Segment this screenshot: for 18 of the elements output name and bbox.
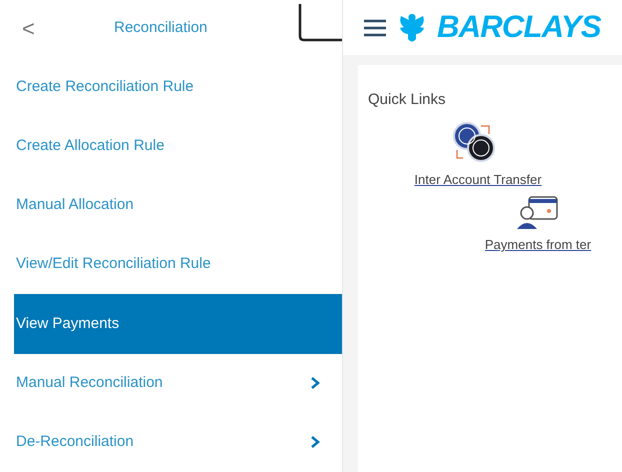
- sidebar-item[interactable]: View Payments: [14, 294, 342, 354]
- sidebar-item[interactable]: De-Reconciliation: [14, 412, 342, 472]
- section-title: Quick Links: [368, 90, 447, 110]
- sidebar-item[interactable]: Manual Allocation: [14, 176, 342, 236]
- chevron-right-icon: [310, 435, 320, 450]
- corner-line-drawing: [298, 4, 342, 44]
- back-button[interactable]: <: [14, 12, 54, 46]
- brand-name: BARCLAYS: [437, 8, 601, 46]
- quick-link[interactable]: Payments from ter: [484, 235, 592, 254]
- sidebar-item[interactable]: Create Allocation Rule: [14, 116, 342, 176]
- sidebar-title: Reconciliation: [114, 18, 208, 38]
- person-card-icon: [515, 195, 561, 231]
- chevron-right-icon: [310, 376, 320, 390]
- menu-icon[interactable]: [363, 18, 387, 38]
- sidebar-item[interactable]: View/Edit Reconciliation Rule: [14, 235, 342, 294]
- quick-link[interactable]: Inter Account Transfer: [414, 170, 542, 189]
- sidebar-item[interactable]: Manual Reconciliation: [14, 354, 342, 413]
- sidebar-item[interactable]: Create Reconciliation Rule: [14, 57, 342, 117]
